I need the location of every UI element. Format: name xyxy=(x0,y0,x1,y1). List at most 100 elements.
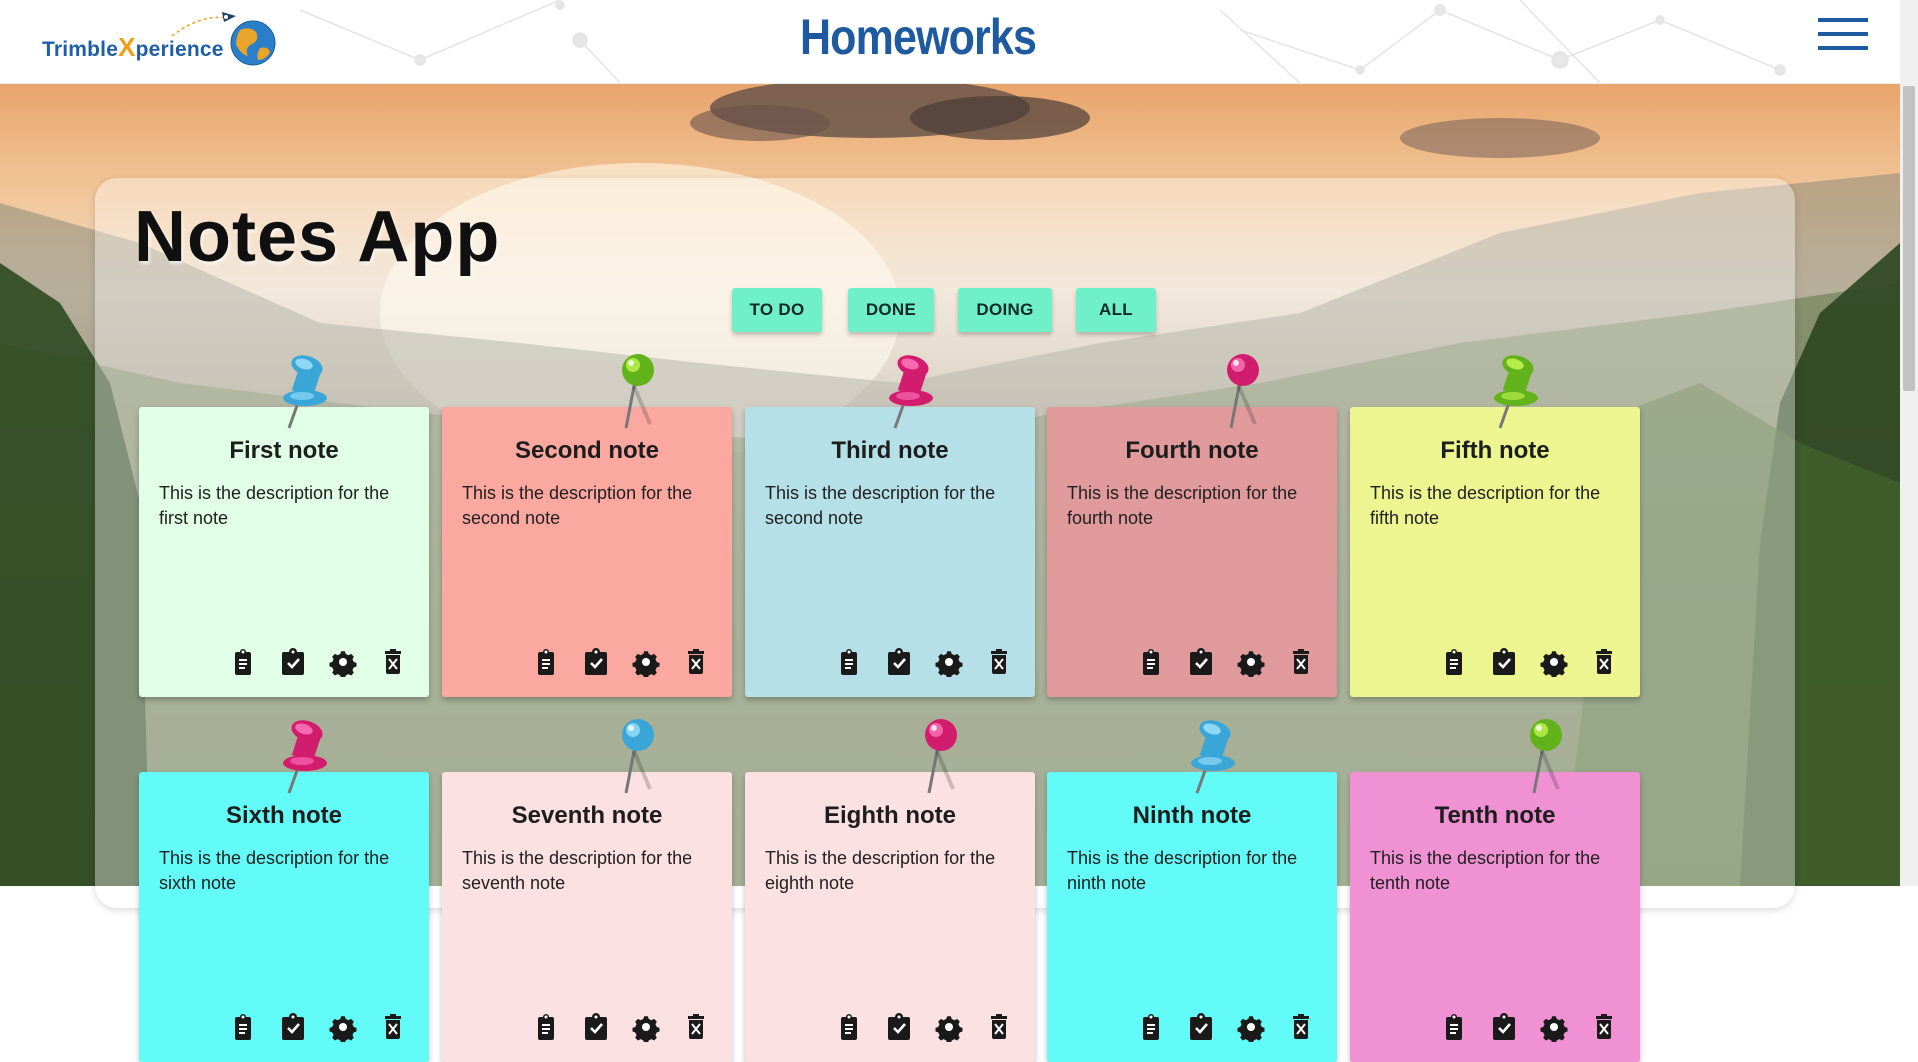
filter-todo-button[interactable]: TO DO xyxy=(732,288,822,332)
settings-button[interactable] xyxy=(1540,647,1568,679)
delete-icon xyxy=(385,1014,401,1039)
note-title: Fourth note xyxy=(1125,437,1259,464)
delete-note-button[interactable] xyxy=(682,1012,710,1042)
mark-done-button[interactable] xyxy=(1490,647,1518,677)
delete-icon xyxy=(1293,1014,1309,1039)
note-description: This is the description for the tenth no… xyxy=(1370,848,1601,893)
delete-note-button[interactable] xyxy=(1590,1012,1618,1042)
note-title: Seventh note xyxy=(511,802,663,829)
delete-note-button[interactable] xyxy=(985,647,1013,677)
note-description: This is the description for the seventh … xyxy=(462,848,693,893)
copy-note-button[interactable] xyxy=(532,1012,560,1042)
clipboard-icon xyxy=(235,649,251,675)
hamburger-menu-button[interactable] xyxy=(1818,18,1868,52)
mark-done-button[interactable] xyxy=(1187,647,1215,677)
mark-done-button[interactable] xyxy=(582,647,610,677)
settings-button[interactable] xyxy=(935,647,963,679)
delete-icon xyxy=(991,1014,1007,1039)
gear-icon xyxy=(935,651,963,679)
mark-done-button[interactable] xyxy=(279,647,307,677)
delete-note-button[interactable] xyxy=(682,647,710,677)
delete-icon xyxy=(688,649,704,674)
delete-note-button[interactable] xyxy=(1287,647,1315,677)
delete-icon xyxy=(385,649,401,674)
delete-icon xyxy=(1596,1014,1612,1039)
copy-note-button[interactable] xyxy=(229,647,257,677)
delete-note-button[interactable] xyxy=(379,647,407,677)
note-title: Ninth note xyxy=(1132,802,1252,829)
gear-icon xyxy=(1237,651,1265,679)
delete-note-button[interactable] xyxy=(1287,1012,1315,1042)
delete-icon xyxy=(991,649,1007,674)
page-scrollbar[interactable] xyxy=(1900,0,1918,886)
clipboard-icon xyxy=(841,1014,857,1040)
clipboard-icon xyxy=(841,649,857,675)
check-clipboard-icon xyxy=(888,1013,910,1040)
check-clipboard-icon xyxy=(1493,648,1515,675)
mark-done-button[interactable] xyxy=(279,1012,307,1042)
mark-done-button[interactable] xyxy=(582,1012,610,1042)
filter-all-button[interactable]: ALL xyxy=(1076,288,1156,332)
note-actions xyxy=(1137,1012,1327,1044)
note-actions xyxy=(835,1012,1025,1044)
note-title: Tenth note xyxy=(1434,802,1556,829)
settings-button[interactable] xyxy=(935,1012,963,1044)
mark-done-button[interactable] xyxy=(1490,1012,1518,1042)
note-card[interactable]: First note This is the description for th… xyxy=(139,407,429,697)
note-card[interactable]: Sixth note This is the description for th… xyxy=(139,772,429,1062)
delete-note-button[interactable] xyxy=(1590,647,1618,677)
copy-note-button[interactable] xyxy=(1440,1012,1468,1042)
copy-note-button[interactable] xyxy=(835,647,863,677)
copy-note-button[interactable] xyxy=(1137,647,1165,677)
settings-button[interactable] xyxy=(1540,1012,1568,1044)
mark-done-button[interactable] xyxy=(885,1012,913,1042)
note-description: This is the description for the second n… xyxy=(765,483,996,528)
note-card[interactable]: Eighth note This is the description for t… xyxy=(745,772,1035,1062)
gear-icon xyxy=(1540,651,1568,679)
delete-icon xyxy=(1596,649,1612,674)
clipboard-icon xyxy=(1446,649,1462,675)
copy-note-button[interactable] xyxy=(532,647,560,677)
note-actions xyxy=(532,647,722,679)
note-card[interactable]: Fifth note This is the description for th… xyxy=(1350,407,1640,697)
filter-bar: TO DO DONE DOING ALL xyxy=(0,288,1900,332)
gear-icon xyxy=(329,1016,357,1044)
settings-button[interactable] xyxy=(329,647,357,679)
settings-button[interactable] xyxy=(632,647,660,679)
note-actions xyxy=(835,647,1025,679)
filter-doing-button[interactable]: DOING xyxy=(958,288,1052,332)
settings-button[interactable] xyxy=(329,1012,357,1044)
delete-note-button[interactable] xyxy=(985,1012,1013,1042)
copy-note-button[interactable] xyxy=(1440,647,1468,677)
note-card[interactable]: Tenth note This is the description for th… xyxy=(1350,772,1640,1062)
mark-done-button[interactable] xyxy=(885,647,913,677)
note-actions xyxy=(1440,1012,1630,1044)
note-card[interactable]: Second note This is the description for t… xyxy=(442,407,732,697)
scrollbar-thumb[interactable] xyxy=(1903,86,1915,391)
clipboard-icon xyxy=(538,1014,554,1040)
delete-icon xyxy=(1293,649,1309,674)
note-actions xyxy=(532,1012,722,1044)
note-description: This is the description for the first no… xyxy=(159,483,390,528)
settings-button[interactable] xyxy=(1237,647,1265,679)
note-title: Fifth note xyxy=(1440,437,1550,464)
copy-note-button[interactable] xyxy=(1137,1012,1165,1042)
mark-done-button[interactable] xyxy=(1187,1012,1215,1042)
note-description: This is the description for the ninth no… xyxy=(1067,848,1298,893)
note-title: Sixth note xyxy=(225,802,342,829)
note-description: This is the description for the fifth no… xyxy=(1370,483,1601,528)
filter-done-button[interactable]: DONE xyxy=(848,288,934,332)
note-description: This is the description for the eighth n… xyxy=(765,848,996,893)
delete-note-button[interactable] xyxy=(379,1012,407,1042)
note-card[interactable]: Third note This is the description for th… xyxy=(745,407,1035,697)
note-actions xyxy=(1440,647,1630,679)
copy-note-button[interactable] xyxy=(229,1012,257,1042)
note-card[interactable]: Seventh note This is the description for … xyxy=(442,772,732,1062)
gear-icon xyxy=(1237,1016,1265,1044)
note-card[interactable]: Fourth note This is the description for t… xyxy=(1047,407,1337,697)
note-actions xyxy=(229,647,419,679)
copy-note-button[interactable] xyxy=(835,1012,863,1042)
settings-button[interactable] xyxy=(632,1012,660,1044)
settings-button[interactable] xyxy=(1237,1012,1265,1044)
note-card[interactable]: Ninth note This is the description for th… xyxy=(1047,772,1337,1062)
